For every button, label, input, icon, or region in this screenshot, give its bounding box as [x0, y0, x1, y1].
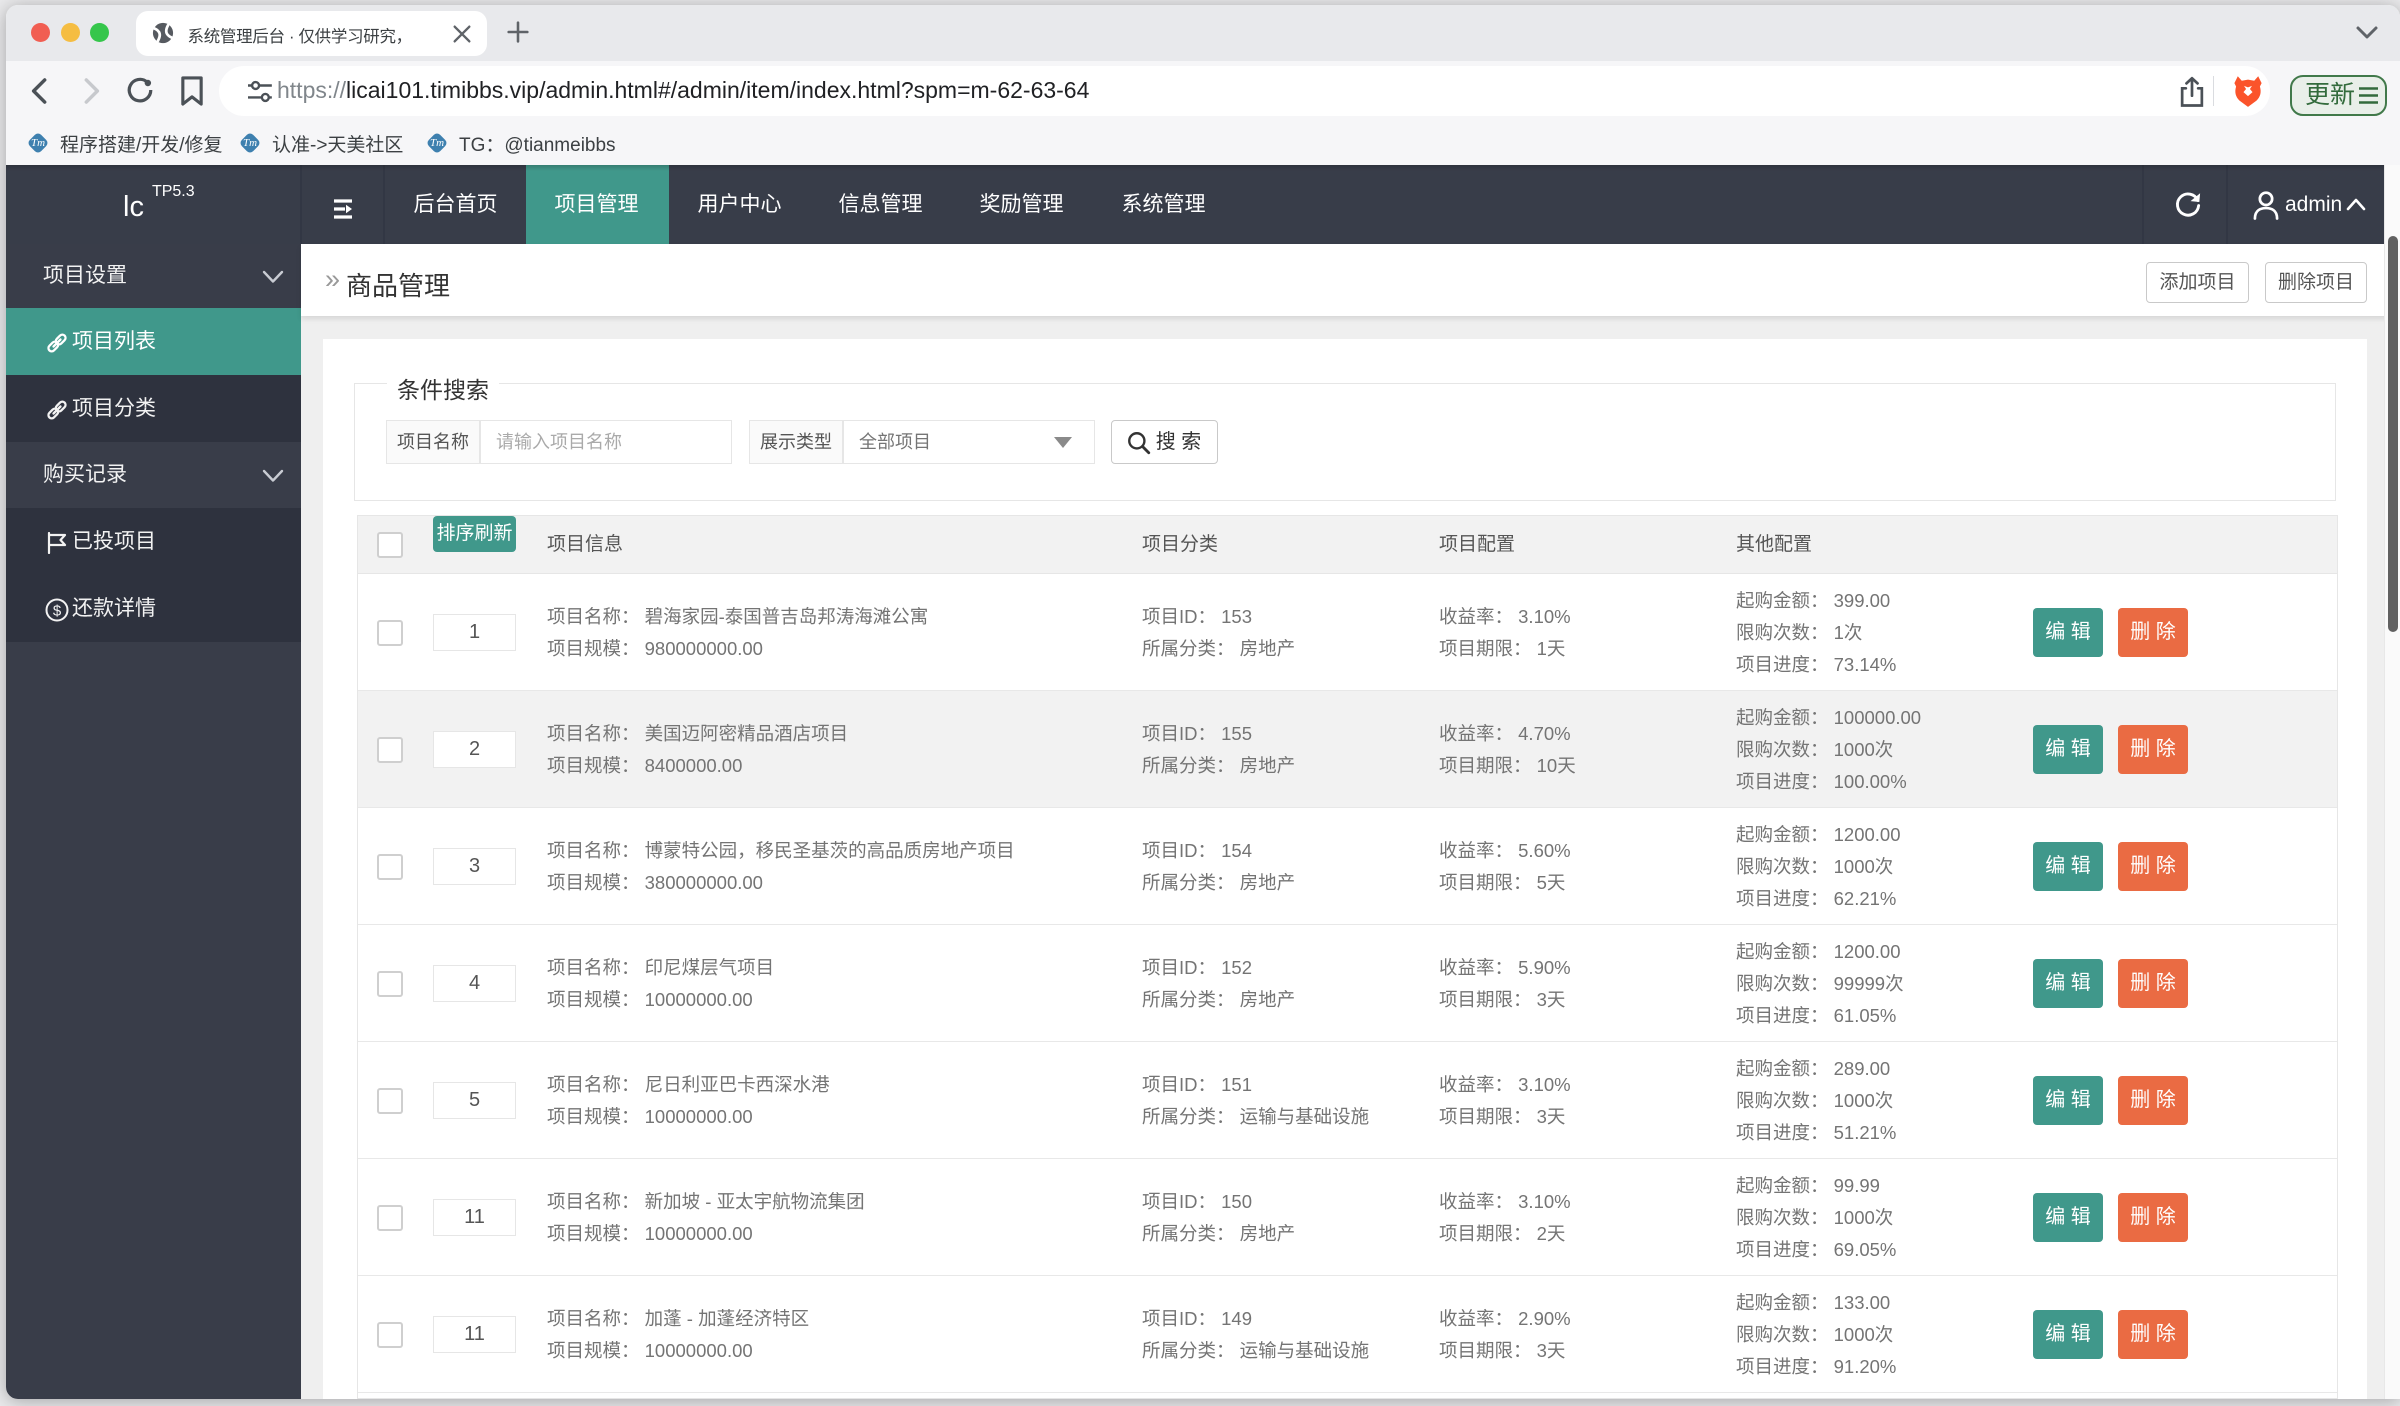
- svg-text:$: $: [53, 603, 62, 620]
